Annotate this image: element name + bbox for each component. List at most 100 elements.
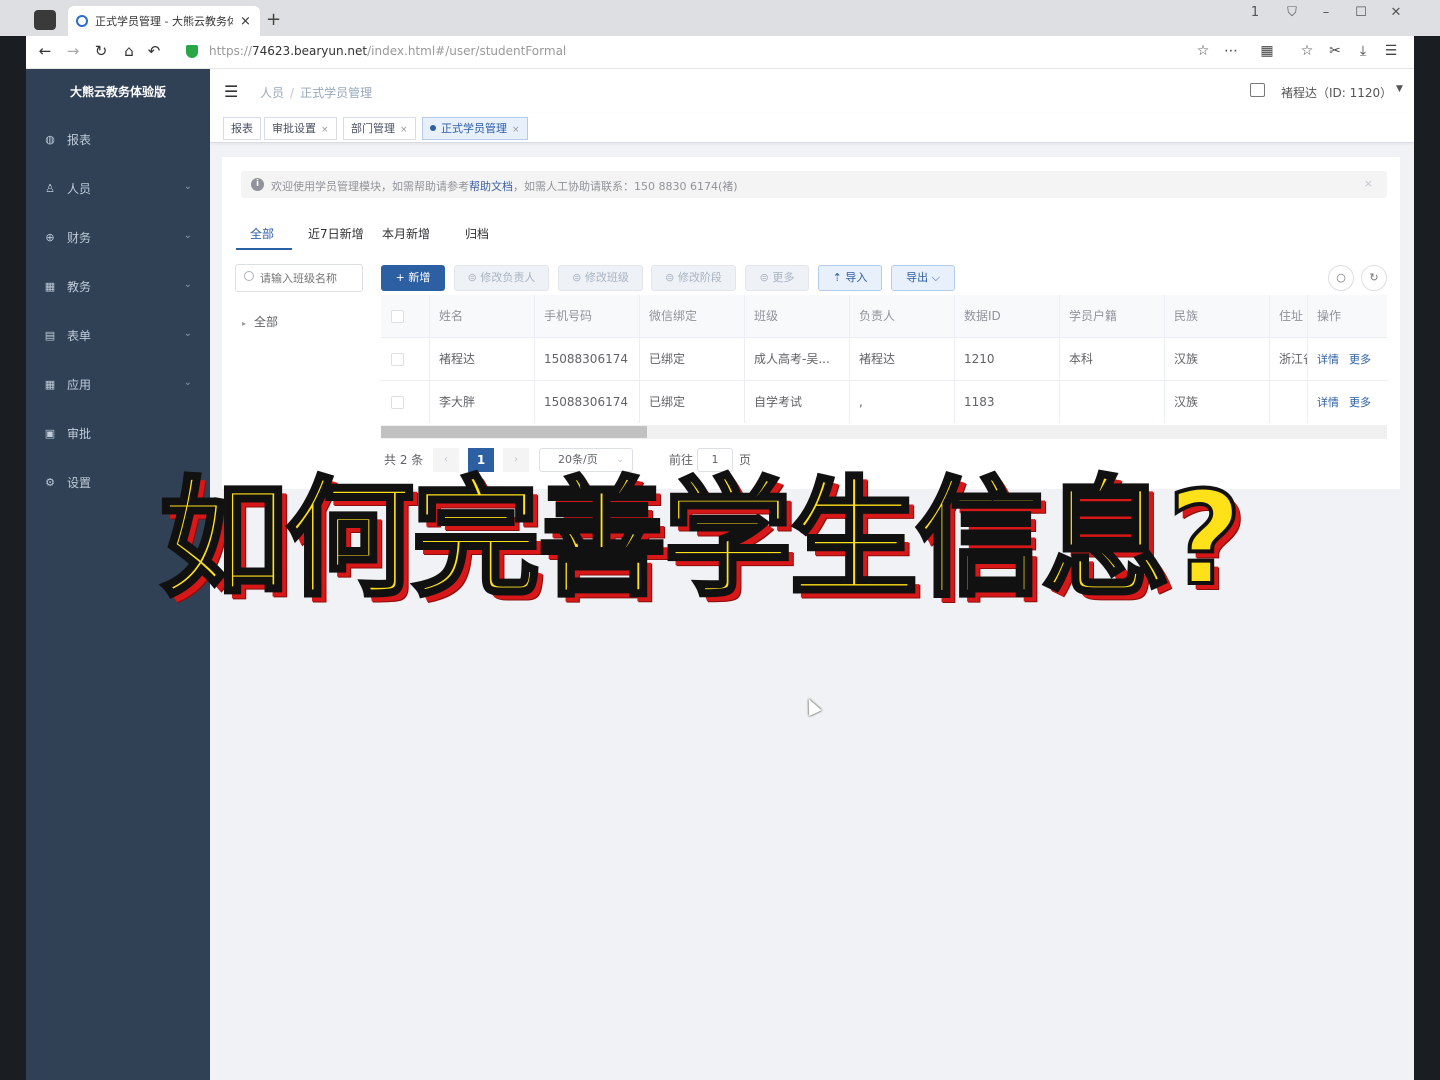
refresh-icon[interactable]: ↻	[1361, 265, 1387, 291]
column-header[interactable]: 数据ID	[955, 295, 1060, 338]
table-row[interactable]: 褚程达 15088306174 已绑定 成人高考-吴... 褚程达 1210 本…	[381, 338, 1387, 381]
tab-last-7-days[interactable]: 近7日新增	[308, 225, 364, 242]
maximize-button[interactable]: ☐	[1350, 5, 1372, 20]
sidebar-item-reports[interactable]: ◍ 报表	[26, 115, 210, 164]
extensions-grid-icon[interactable]: ▦	[1257, 43, 1277, 59]
tag-approval-settings[interactable]: 审批设置 ×	[264, 117, 337, 140]
home-icon[interactable]: ⌂	[119, 42, 139, 60]
sidebar-item-apps[interactable]: ▦ 应用 ⌄	[26, 360, 210, 409]
select-all-checkbox[interactable]	[391, 310, 404, 323]
browser-app-icon[interactable]	[34, 10, 56, 30]
cell-data-id: 1183	[955, 381, 1060, 423]
column-header[interactable]: 手机号码	[535, 295, 640, 338]
close-icon[interactable]: ×	[321, 125, 329, 135]
row-checkbox[interactable]	[391, 353, 404, 366]
cell-phone: 15088306174	[535, 338, 640, 381]
cell-huji: 本科	[1060, 338, 1165, 381]
import-button[interactable]: ⇡ 导入	[818, 265, 882, 291]
collapse-menu-icon[interactable]: ☰	[224, 82, 238, 101]
chevron-down-icon: ⌄	[183, 181, 192, 192]
class-tree-root[interactable]: ▸ 全部	[242, 313, 278, 330]
back-icon[interactable]: ←	[35, 42, 55, 60]
settings-icon: ⚙	[45, 476, 55, 489]
sidebar-item-label: 报表	[67, 133, 92, 147]
browser-tab[interactable]: 正式学员管理 - 大熊云教务体验版 ×	[68, 6, 260, 36]
change-stage-button[interactable]: ⊜ 修改阶段	[651, 265, 736, 291]
cell-name: 褚程达	[430, 338, 535, 381]
column-header[interactable]: 微信绑定	[640, 295, 745, 338]
cell-owner: 褚程达	[850, 338, 955, 381]
download-icon[interactable]: ⤓	[1353, 43, 1373, 59]
student-tabs: 全部 近7日新增 本月新增 归档	[236, 215, 1396, 250]
favorites-icon[interactable]: ☆	[1297, 43, 1317, 59]
bookmark-star-icon[interactable]: ☆	[1193, 43, 1213, 59]
menu-icon[interactable]: ☰	[1381, 43, 1401, 59]
address-bar[interactable]: https://74623.bearyun.net/index.html#/us…	[209, 44, 566, 58]
undo-close-icon[interactable]: ↶	[144, 42, 164, 60]
sidebar-item-approval[interactable]: ▣ 审批	[26, 409, 210, 458]
column-header[interactable]: 民族	[1165, 295, 1270, 338]
shirt-icon[interactable]: ⛉	[1281, 5, 1303, 20]
student-table: 姓名 手机号码 微信绑定 班级 负责人 数据ID 学员户籍 民族 住址 操作 褚…	[381, 295, 1387, 423]
new-tab-button[interactable]: +	[266, 9, 281, 30]
sidebar-item-label: 财务	[67, 231, 92, 245]
detail-link[interactable]: 详情	[1317, 353, 1339, 366]
tag-formal-students[interactable]: 正式学员管理 ×	[422, 117, 528, 140]
search-toggle-icon[interactable]: ○	[1328, 265, 1354, 291]
tab-archived[interactable]: 归档	[465, 225, 489, 242]
help-doc-link[interactable]: 帮助文档	[469, 180, 513, 193]
cell-data-id: 1210	[955, 338, 1060, 381]
url-path: /index.html#/user/studentFormal	[367, 44, 567, 58]
caret-down-icon[interactable]: ▼	[1396, 84, 1403, 94]
tab-this-month[interactable]: 本月新增	[382, 225, 430, 242]
class-search-input[interactable]	[235, 264, 363, 292]
column-header[interactable]: 住址	[1270, 295, 1308, 338]
column-header[interactable]: 学员户籍	[1060, 295, 1165, 338]
change-owner-button[interactable]: ⊜ 修改负责人	[454, 265, 549, 291]
tag-reports[interactable]: 报表	[223, 117, 261, 140]
minimize-button[interactable]: –	[1315, 5, 1337, 20]
tab-count-icon[interactable]: 1	[1244, 5, 1266, 20]
sidebar-item-forms[interactable]: ▤ 表单 ⌄	[26, 311, 210, 360]
close-tab-icon[interactable]: ×	[240, 14, 251, 29]
table-horizontal-scrollbar[interactable]	[381, 425, 1387, 439]
column-header[interactable]: 负责人	[850, 295, 955, 338]
sidebar-item-finance[interactable]: ⊕ 财务 ⌄	[26, 213, 210, 262]
caret-right-icon[interactable]: ▸	[242, 319, 246, 328]
breadcrumb-item[interactable]: 人员	[260, 86, 284, 100]
close-icon[interactable]: ×	[512, 125, 520, 135]
tags-view: 报表 审批设置 × 部门管理 × 正式学员管理 ×	[210, 113, 1414, 143]
more-link[interactable]: 更多	[1349, 396, 1371, 409]
tab-all[interactable]: 全部	[250, 225, 274, 242]
row-select-cell	[381, 381, 430, 423]
chevron-down-icon: ⌄	[183, 230, 192, 241]
breadcrumb-item: 正式学员管理	[300, 86, 373, 100]
column-header[interactable]: 姓名	[430, 295, 535, 338]
more-actions-button[interactable]: ⊜ 更多	[745, 265, 809, 291]
scissors-icon[interactable]: ✂	[1325, 43, 1345, 59]
close-icon[interactable]: ×	[400, 125, 408, 135]
scrollbar-thumb[interactable]	[381, 426, 647, 438]
column-header[interactable]: 班级	[745, 295, 850, 338]
sidebar-item-label: 教务	[67, 280, 92, 294]
row-checkbox[interactable]	[391, 396, 404, 409]
forward-icon[interactable]: →	[63, 42, 83, 60]
sidebar-item-academic[interactable]: ▦ 教务 ⌄	[26, 262, 210, 311]
chevron-down-icon: ⌄	[183, 279, 192, 290]
reload-icon[interactable]: ↻	[91, 42, 111, 60]
sidebar-item-people[interactable]: ♙ 人员 ⌄	[26, 164, 210, 213]
fullscreen-icon[interactable]	[1250, 83, 1265, 97]
add-button[interactable]: + 新增	[381, 265, 445, 291]
breadcrumb: 人员 / 正式学员管理	[260, 84, 372, 101]
detail-link[interactable]: 详情	[1317, 396, 1339, 409]
more-link[interactable]: 更多	[1349, 353, 1371, 366]
close-window-button[interactable]: ✕	[1385, 5, 1407, 20]
user-name[interactable]: 褚程达（ID: 1120）	[1281, 84, 1392, 101]
table-row[interactable]: 李大胖 15088306174 已绑定 自学考试 , 1183 汉族 详情 更多	[381, 381, 1387, 423]
export-button[interactable]: 导出 ⌵	[891, 265, 955, 291]
alert-text: 欢迎使用学员管理模块，如需帮助请参考帮助文档，如需人工协助请联系：150 883…	[271, 178, 738, 194]
more-dots-icon[interactable]: ⋯	[1221, 43, 1241, 59]
tag-department-management[interactable]: 部门管理 ×	[343, 117, 416, 140]
close-alert-icon[interactable]: ×	[1364, 177, 1373, 190]
change-class-button[interactable]: ⊜ 修改班级	[558, 265, 643, 291]
